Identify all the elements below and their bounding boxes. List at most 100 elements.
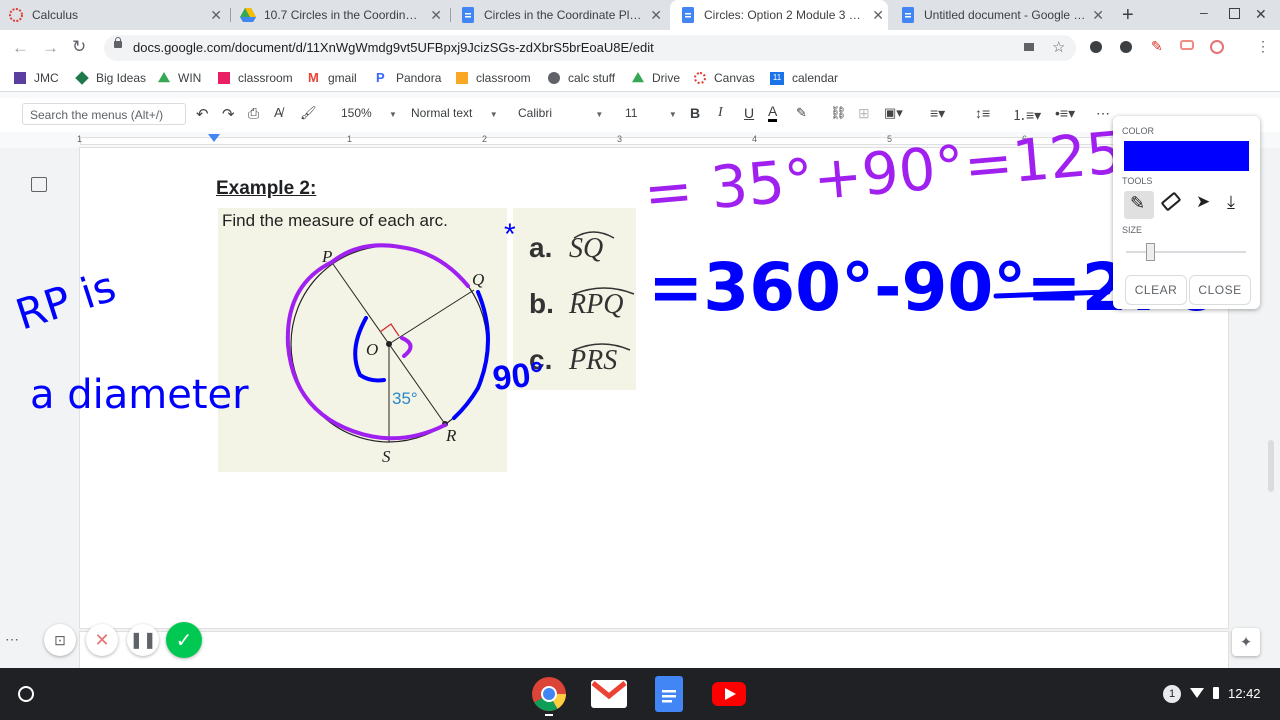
gmail-icon: M xyxy=(308,70,319,85)
outline-icon[interactable] xyxy=(31,177,47,192)
bold-button[interactable]: B xyxy=(690,105,700,121)
explore-icon[interactable]: ✦ xyxy=(1232,628,1260,656)
pointer-icon[interactable]: ➤ xyxy=(1196,192,1210,212)
docs-icon[interactable] xyxy=(651,676,687,712)
close-tab-icon[interactable]: ✕ xyxy=(210,7,222,24)
size-slider-track[interactable] xyxy=(1126,251,1246,253)
record-extension-icon[interactable] xyxy=(1210,40,1224,54)
chrome-icon[interactable] xyxy=(531,676,567,712)
bookmark-calc-stuff[interactable]: calc stuff xyxy=(548,71,615,85)
line-spacing-icon[interactable]: ↕≡ xyxy=(975,105,990,121)
redo-icon[interactable]: ↷ xyxy=(222,105,235,123)
selected-color-swatch[interactable] xyxy=(1124,141,1249,171)
bulleted-list-icon[interactable]: •≡▾ xyxy=(1055,105,1075,122)
reload-icon[interactable]: ↻ xyxy=(72,37,86,57)
question-letter: b. xyxy=(529,288,554,319)
star-icon[interactable]: ☆ xyxy=(1052,38,1065,56)
numbered-list-icon[interactable]: ⒈≡▾ xyxy=(1012,105,1041,125)
bookmark-canvas[interactable]: Canvas xyxy=(694,71,755,85)
close-tab-icon[interactable]: ✕ xyxy=(430,7,442,24)
comment-icon[interactable]: ⊞ xyxy=(858,105,870,122)
drive-icon xyxy=(158,72,170,83)
style-select[interactable]: Normal text ▼ xyxy=(411,106,498,120)
tab-circles-option2[interactable]: Circles: Option 2 Module 3 - Google Docs… xyxy=(670,0,888,30)
ruler-number: 5 xyxy=(887,134,893,144)
extension-shield-icon[interactable] xyxy=(1120,41,1132,53)
bookmark-classroom-2[interactable]: classroom xyxy=(456,71,531,85)
highlight-icon[interactable]: ✎ xyxy=(796,105,807,121)
finish-recording-icon[interactable]: ✓ xyxy=(166,622,202,658)
youtube-icon[interactable] xyxy=(711,676,747,712)
bookmark-drive[interactable]: Drive xyxy=(632,71,680,85)
spellcheck-icon[interactable]: A̸ xyxy=(274,105,283,120)
link-icon[interactable]: ⛓ xyxy=(830,105,847,121)
tab-circles-coordinate-doc[interactable]: Circles in the Coordinate Plane ✕ xyxy=(460,0,666,30)
camera-toggle-icon[interactable]: ⊡ xyxy=(44,624,76,656)
bookmark-jmc[interactable]: JMC xyxy=(14,71,59,85)
cancel-recording-icon[interactable]: ✕ xyxy=(86,624,118,656)
tab-untitled-document[interactable]: Untitled document - Google Docs ✕ xyxy=(900,0,1108,30)
new-tab-icon[interactable]: + xyxy=(1122,4,1134,27)
tab-circles-coordinate-drive[interactable]: 10.7 Circles in the Coordinate Plane ✕ xyxy=(240,0,446,30)
bookmark-classroom[interactable]: classroom xyxy=(218,71,293,85)
scrollbar-thumb[interactable] xyxy=(1268,440,1274,492)
bookmark-pandora[interactable]: P Pandora xyxy=(376,71,441,85)
bookmark-label: Pandora xyxy=(396,71,442,85)
text-color-button[interactable]: A xyxy=(768,103,778,122)
close-window-icon[interactable]: ✕ xyxy=(1255,6,1267,23)
print-icon[interactable]: ⎙ xyxy=(248,105,259,122)
close-tab-icon[interactable]: ✕ xyxy=(1092,7,1104,24)
bookmark-win[interactable]: WIN xyxy=(158,71,201,85)
url-text[interactable]: docs.google.com/document/d/11XnWgWmdg9vt… xyxy=(133,40,654,55)
bookmark-big-ideas[interactable]: Big Ideas xyxy=(75,71,147,85)
download-icon[interactable]: ⤓ xyxy=(1227,192,1235,213)
paint-format-icon[interactable]: 🖌 xyxy=(300,105,317,121)
gmail-icon[interactable] xyxy=(591,676,627,712)
align-icon[interactable]: ≡▾ xyxy=(930,105,945,122)
bigideas-icon xyxy=(75,71,89,85)
launcher-icon[interactable] xyxy=(18,686,34,702)
font-size-value: 11 xyxy=(625,106,638,120)
notification-count[interactable]: 1 xyxy=(1163,685,1181,703)
circle-figure xyxy=(218,208,507,472)
bookmark-calendar[interactable]: 11 calendar xyxy=(770,71,838,85)
size-slider-thumb[interactable] xyxy=(1146,243,1155,261)
font-select[interactable]: Calibri ▼ xyxy=(518,106,603,120)
maximize-icon[interactable] xyxy=(1229,8,1240,19)
clock[interactable]: 12:42 xyxy=(1228,686,1261,701)
wifi-icon[interactable] xyxy=(1190,688,1204,698)
bookmark-gmail[interactable]: Mgmail xyxy=(308,71,357,85)
menu-search-input[interactable]: Search the menus (Alt+/) xyxy=(22,103,186,125)
indent-marker[interactable] xyxy=(208,134,220,142)
kebab-menu-icon[interactable]: ⋮ xyxy=(1256,38,1270,55)
lock-icon[interactable] xyxy=(114,41,122,48)
back-icon[interactable]: ← xyxy=(12,38,29,58)
screencast-extension-icon[interactable] xyxy=(1180,40,1194,50)
font-size-select[interactable]: 11 ▼ xyxy=(625,106,677,120)
battery-icon[interactable] xyxy=(1213,687,1219,699)
minimize-icon[interactable]: – xyxy=(1200,4,1208,20)
camera-icon[interactable] xyxy=(1024,43,1034,51)
docs-icon xyxy=(900,7,916,23)
image-icon[interactable]: ▣▾ xyxy=(884,105,903,121)
pen-icon[interactable]: ✎ xyxy=(1130,193,1145,214)
pen-extension-icon[interactable]: ✎ xyxy=(1151,38,1163,55)
forward-icon[interactable]: → xyxy=(42,38,59,58)
undo-icon[interactable]: ↶ xyxy=(196,105,209,123)
close-tab-icon[interactable]: ✕ xyxy=(650,7,662,24)
zoom-select[interactable]: 150% ▼ xyxy=(341,106,397,120)
clear-button[interactable]: CLEAR xyxy=(1125,275,1187,305)
document-page-next[interactable] xyxy=(80,632,1228,672)
classroom-icon xyxy=(456,72,468,84)
tab-calculus[interactable]: Calculus ✕ xyxy=(8,0,226,30)
extension-shield-icon[interactable] xyxy=(1090,41,1102,53)
example-title: Example 2: xyxy=(216,178,317,199)
more-options-icon[interactable]: ⋯ xyxy=(1096,105,1110,122)
bookmark-label: Big Ideas xyxy=(96,71,147,85)
pause-icon[interactable]: ❚❚ xyxy=(127,624,159,656)
italic-button[interactable]: I xyxy=(718,105,723,121)
underline-button[interactable]: U xyxy=(744,105,754,121)
close-tab-icon[interactable]: ✕ xyxy=(872,7,884,24)
more-icon[interactable]: ⋯ xyxy=(5,631,19,648)
close-button[interactable]: CLOSE xyxy=(1189,275,1251,305)
